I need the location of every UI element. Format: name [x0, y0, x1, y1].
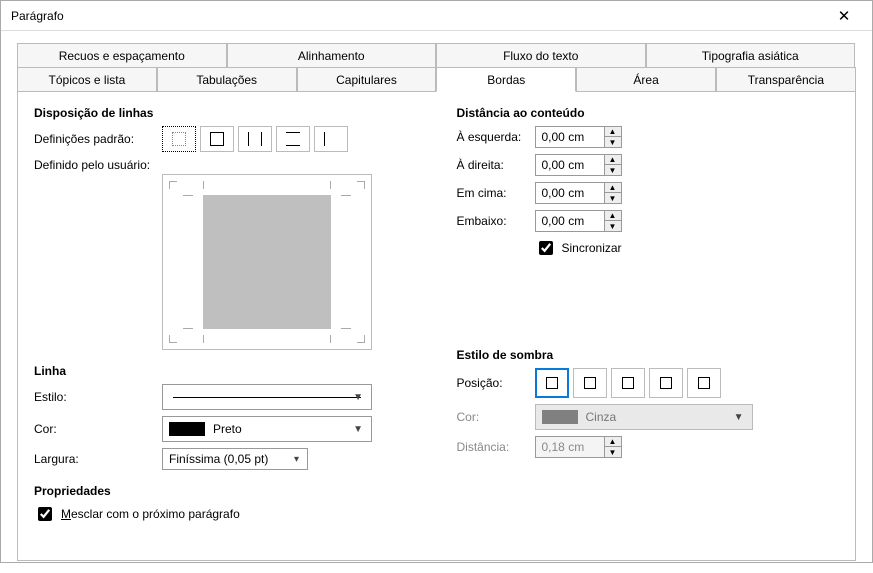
line-width-value: Finíssima (0,05 pt) [169, 452, 268, 466]
section-line-arrangement: Disposição de linhas Definições padrão: [34, 106, 417, 350]
shadow-top-left[interactable] [687, 368, 721, 398]
tab-area[interactable]: Área [576, 67, 716, 92]
spin-up-icon[interactable]: ▲ [605, 155, 621, 165]
titlebar: Parágrafo ✕ [1, 1, 872, 31]
tab-tabs[interactable]: Tabulações [157, 67, 297, 92]
spin-up-icon[interactable]: ▲ [605, 127, 621, 137]
spin-up-icon[interactable]: ▲ [605, 183, 621, 193]
chevron-down-icon: ▾ [294, 454, 299, 465]
spin-up-icon: ▲ [605, 437, 621, 447]
line-color-combo[interactable]: Preto ▼ [162, 416, 372, 442]
label-color: Cor: [34, 422, 162, 436]
pad-right-input[interactable] [536, 155, 604, 175]
label-pad-left: À esquerda: [457, 130, 535, 144]
label-user-defined: Definido pelo usuário: [34, 158, 162, 172]
line-color-value: Preto [213, 422, 242, 436]
close-button[interactable]: ✕ [824, 3, 864, 29]
shadow-bottom-right[interactable] [573, 368, 607, 398]
left-column: Disposição de linhas Definições padrão: [34, 106, 417, 524]
tab-text-flow[interactable]: Fluxo do texto [436, 43, 646, 68]
line-style-combo[interactable]: ▼ [162, 384, 372, 410]
color-swatch-icon [169, 422, 205, 436]
label-pad-top: Em cima: [457, 186, 535, 200]
label-defaults: Definições padrão: [34, 132, 162, 146]
spin-down-icon[interactable]: ▼ [605, 137, 621, 147]
tab-borders[interactable]: Bordas [436, 67, 576, 92]
shadow-top-right[interactable] [611, 368, 645, 398]
spin-down-icon[interactable]: ▼ [605, 221, 621, 231]
shadow-bottom-left[interactable] [649, 368, 683, 398]
section-properties: Propriedades Mesclar com o próximo parág… [34, 484, 417, 524]
spin-down-icon[interactable]: ▼ [605, 193, 621, 203]
dialog-body: Recuos e espaçamento Alinhamento Fluxo d… [1, 31, 872, 573]
merge-next-input[interactable] [38, 507, 52, 521]
shadow-distance-spin: ▲▼ [535, 436, 622, 458]
preset-box[interactable] [200, 126, 234, 152]
preset-left-right[interactable] [238, 126, 272, 152]
chevron-down-icon: ▼ [734, 412, 744, 423]
spin-down-icon: ▼ [605, 447, 621, 457]
pad-right-spin[interactable]: ▲▼ [535, 154, 622, 176]
paragraph-dialog: Parágrafo ✕ Recuos e espaçamento Alinham… [0, 0, 873, 563]
right-column: Distância ao conteúdo À esquerda: ▲▼ À d… [457, 106, 840, 524]
preset-top-bottom[interactable] [276, 126, 310, 152]
label-style: Estilo: [34, 390, 162, 404]
tab-asian-typography[interactable]: Tipografia asiática [646, 43, 856, 68]
label-shadow-distance: Distância: [457, 440, 535, 454]
pad-bottom-spin[interactable]: ▲▼ [535, 210, 622, 232]
tabstrip: Recuos e espaçamento Alinhamento Fluxo d… [17, 43, 856, 91]
shadow-position-buttons [535, 368, 721, 398]
window-title: Parágrafo [11, 9, 64, 23]
label-shadow-position: Posição: [457, 376, 535, 390]
line-width-combo[interactable]: Finíssima (0,05 pt) ▾ [162, 448, 308, 470]
heading-properties: Propriedades [34, 484, 417, 498]
spin-down-icon[interactable]: ▼ [605, 165, 621, 175]
merge-next-checkbox[interactable]: Mesclar com o próximo parágrafo [34, 504, 240, 524]
user-defined-preview[interactable] [162, 174, 372, 350]
tab-transparency[interactable]: Transparência [716, 67, 856, 92]
tab-indents-spacing[interactable]: Recuos e espaçamento [17, 43, 227, 68]
sync-checkbox[interactable]: Sincronizar [535, 238, 622, 258]
sync-input[interactable] [539, 241, 553, 255]
pad-bottom-input[interactable] [536, 211, 604, 231]
tab-content-borders: Disposição de linhas Definições padrão: [17, 91, 856, 561]
label-width: Largura: [34, 452, 162, 466]
label-pad-bottom: Embaixo: [457, 214, 535, 228]
shadow-color-combo: Cinza ▼ [535, 404, 753, 430]
sync-label: Sincronizar [562, 241, 622, 255]
merge-next-label: Mesclar com o próximo parágrafo [61, 507, 240, 521]
shadow-color-value: Cinza [586, 410, 617, 424]
heading-padding: Distância ao conteúdo [457, 106, 840, 120]
section-padding: Distância ao conteúdo À esquerda: ▲▼ À d… [457, 106, 840, 258]
pad-top-input[interactable] [536, 183, 604, 203]
pad-left-spin[interactable]: ▲▼ [535, 126, 622, 148]
tab-outline-list[interactable]: Tópicos e lista [17, 67, 157, 92]
label-pad-right: À direita: [457, 158, 535, 172]
pad-left-input[interactable] [536, 127, 604, 147]
shadow-none[interactable] [535, 368, 569, 398]
section-line: Linha Estilo: ▼ Cor: P [34, 364, 417, 470]
spin-up-icon[interactable]: ▲ [605, 211, 621, 221]
color-swatch-icon [542, 410, 578, 424]
heading-line: Linha [34, 364, 417, 378]
tab-alignment[interactable]: Alinhamento [227, 43, 437, 68]
label-shadow-color: Cor: [457, 410, 535, 424]
preset-no-border[interactable] [162, 126, 196, 152]
pad-top-spin[interactable]: ▲▼ [535, 182, 622, 204]
heading-line-arrangement: Disposição de linhas [34, 106, 417, 120]
chevron-down-icon: ▼ [353, 424, 363, 435]
chevron-down-icon: ▼ [353, 392, 363, 403]
preset-buttons [162, 126, 348, 152]
preset-left-only[interactable] [314, 126, 348, 152]
tab-drop-caps[interactable]: Capitulares [297, 67, 437, 92]
section-shadow: Estilo de sombra Posição: [457, 348, 840, 458]
heading-shadow: Estilo de sombra [457, 348, 840, 362]
shadow-distance-input [536, 437, 604, 457]
